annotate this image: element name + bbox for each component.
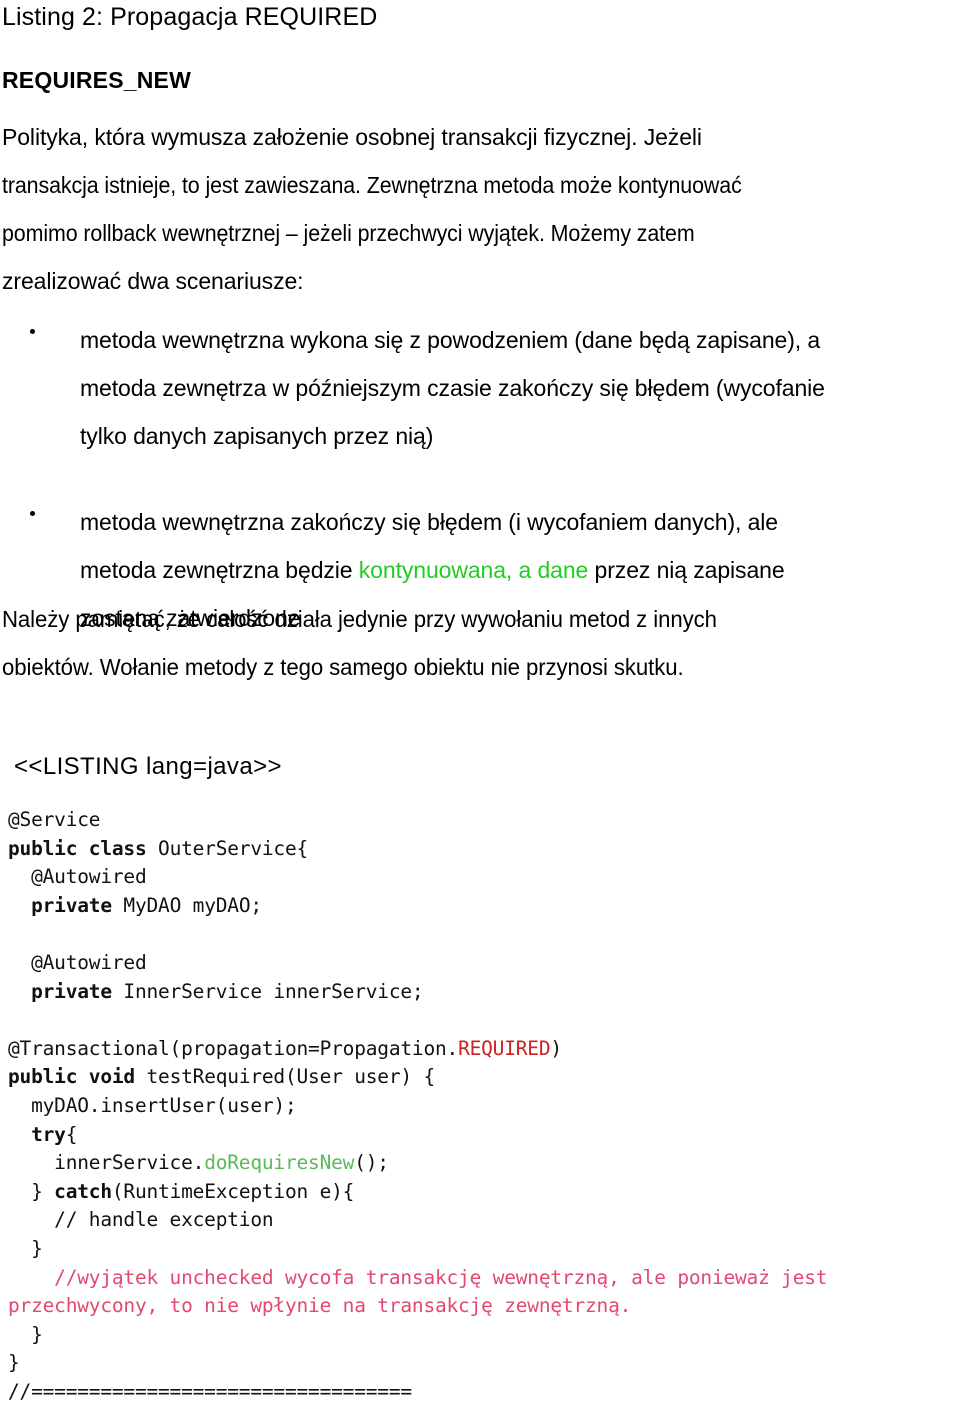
java-code-block: @Service public class OuterService{ @Auto…: [8, 806, 958, 1406]
code-token: @Service: [8, 808, 101, 831]
list-item: metoda wewnętrzna wykona się z powodzeni…: [0, 316, 960, 460]
code-line: myDAO.insertUser(user);: [8, 1092, 958, 1121]
code-token: //wyjątek unchecked wycofa transakcję we…: [8, 1265, 828, 1289]
code-token: myDAO.insertUser(user);: [8, 1093, 297, 1117]
bullet-marker-icon: [30, 511, 35, 516]
note-paragraph: Należy pamiętać, że całość działa jedyni…: [2, 595, 958, 691]
text-run: metoda zewnętrzna będzie: [80, 557, 359, 583]
code-token: private: [31, 979, 112, 1003]
list-item-line: metoda wewnętrzna wykona się z powodzeni…: [80, 316, 960, 364]
code-token: public void: [8, 1065, 135, 1089]
listing-tag: <<LISTING lang=java>>: [14, 753, 282, 780]
code-token: @Transactional(propagation=Propagation.: [8, 1036, 459, 1060]
code-line: @Transactional(propagation=Propagation.R…: [8, 1035, 958, 1064]
code-line: }: [8, 1321, 958, 1350]
code-line: } catch(RuntimeException e){: [8, 1178, 958, 1207]
code-token: }: [8, 1322, 43, 1346]
code-line: @Autowired: [8, 863, 958, 892]
code-token: }: [8, 1351, 20, 1375]
code-line: try{: [8, 1121, 958, 1150]
code-line: private InnerService innerService;: [8, 978, 958, 1007]
code-token: catch: [54, 1179, 112, 1203]
code-line: //wyjątek unchecked wycofa transakcję we…: [8, 1264, 958, 1293]
code-token: @Autowired: [8, 950, 147, 974]
code-line: innerService.doRequiresNew();: [8, 1149, 958, 1178]
code-line: //=================================: [8, 1378, 958, 1406]
code-line: @Service: [8, 806, 958, 835]
scenario-bullet-list: metoda wewnętrzna wykona się z powodzeni…: [0, 316, 960, 642]
code-token: MyDAO myDAO;: [111, 893, 262, 917]
code-token: public class: [8, 836, 147, 860]
text-run: metoda wewnętrzna wykona się z powodzeni…: [80, 327, 821, 353]
highlighted-text: kontynuowana, a dane: [358, 557, 589, 583]
text-run: metoda wewnętrzna zakończy się błędem (i…: [80, 509, 778, 535]
paragraph-line: Należy pamiętać, że całość działa jedyni…: [2, 606, 717, 632]
code-line: public void testRequired(User user) {: [8, 1063, 958, 1092]
code-line: @Autowired: [8, 949, 958, 978]
code-token: (RuntimeException e){: [111, 1179, 355, 1203]
code-token: ): [550, 1036, 562, 1060]
code-token: try: [31, 1122, 66, 1146]
code-token: InnerService innerService;: [111, 979, 424, 1003]
code-token: przechwycony, to nie wpłynie na transakc…: [8, 1294, 632, 1318]
code-token: }: [8, 1179, 55, 1203]
code-token: REQUIRED: [458, 1036, 551, 1060]
code-line: private MyDAO myDAO;: [8, 892, 958, 921]
code-token: private: [31, 893, 112, 917]
code-token: {: [65, 1122, 78, 1146]
paragraph-line: transakcja istnieje, to jest zawieszana.…: [2, 172, 742, 198]
paragraph-line: pomimo rollback wewnętrznej – jeżeli prz…: [2, 220, 695, 246]
list-item-line: metoda zewnętrza w późniejszym czasie za…: [80, 364, 960, 412]
list-item-line: metoda wewnętrzna zakończy się błędem (i…: [80, 498, 960, 546]
code-token: OuterService{: [146, 836, 309, 860]
code-token: @Autowired: [8, 865, 147, 889]
code-token: // handle exception: [8, 1208, 274, 1232]
text-run: tylko danych zapisanych przez nią): [80, 423, 434, 449]
code-line: }: [8, 1349, 958, 1378]
text-run: metoda zewnętrza w późniejszym czasie za…: [80, 375, 825, 401]
code-token: //=================================: [8, 1379, 412, 1403]
code-token: testRequired(User user) {: [134, 1065, 435, 1089]
code-token: doRequiresNew: [204, 1151, 355, 1175]
paragraph-line: zrealizować dwa scenariusze:: [2, 268, 304, 294]
list-item-line: metoda zewnętrzna będzie kontynuowana, a…: [80, 546, 960, 594]
paragraph-line: obiektów. Wołanie metody z tego samego o…: [2, 654, 684, 680]
document-page: Listing 2: Propagacja REQUIRED REQUIRES_…: [0, 0, 960, 1403]
intro-paragraph: Polityka, która wymusza założenie osobne…: [2, 113, 958, 305]
listing-caption: Listing 2: Propagacja REQUIRED: [2, 3, 378, 31]
section-heading: REQUIRES_NEW: [2, 67, 191, 93]
code-line: // handle exception: [8, 1206, 958, 1235]
text-run: przez nią zapisane: [588, 557, 785, 583]
code-token: innerService.: [8, 1151, 205, 1175]
code-token: ();: [354, 1151, 389, 1175]
code-line: public class OuterService{: [8, 835, 958, 864]
code-line: przechwycony, to nie wpłynie na transakc…: [8, 1292, 958, 1321]
paragraph-line: Polityka, która wymusza założenie osobne…: [2, 124, 702, 150]
code-token: }: [8, 1236, 43, 1260]
list-item-line: tylko danych zapisanych przez nią): [80, 412, 960, 460]
bullet-marker-icon: [30, 329, 35, 334]
code-line: }: [8, 1235, 958, 1264]
